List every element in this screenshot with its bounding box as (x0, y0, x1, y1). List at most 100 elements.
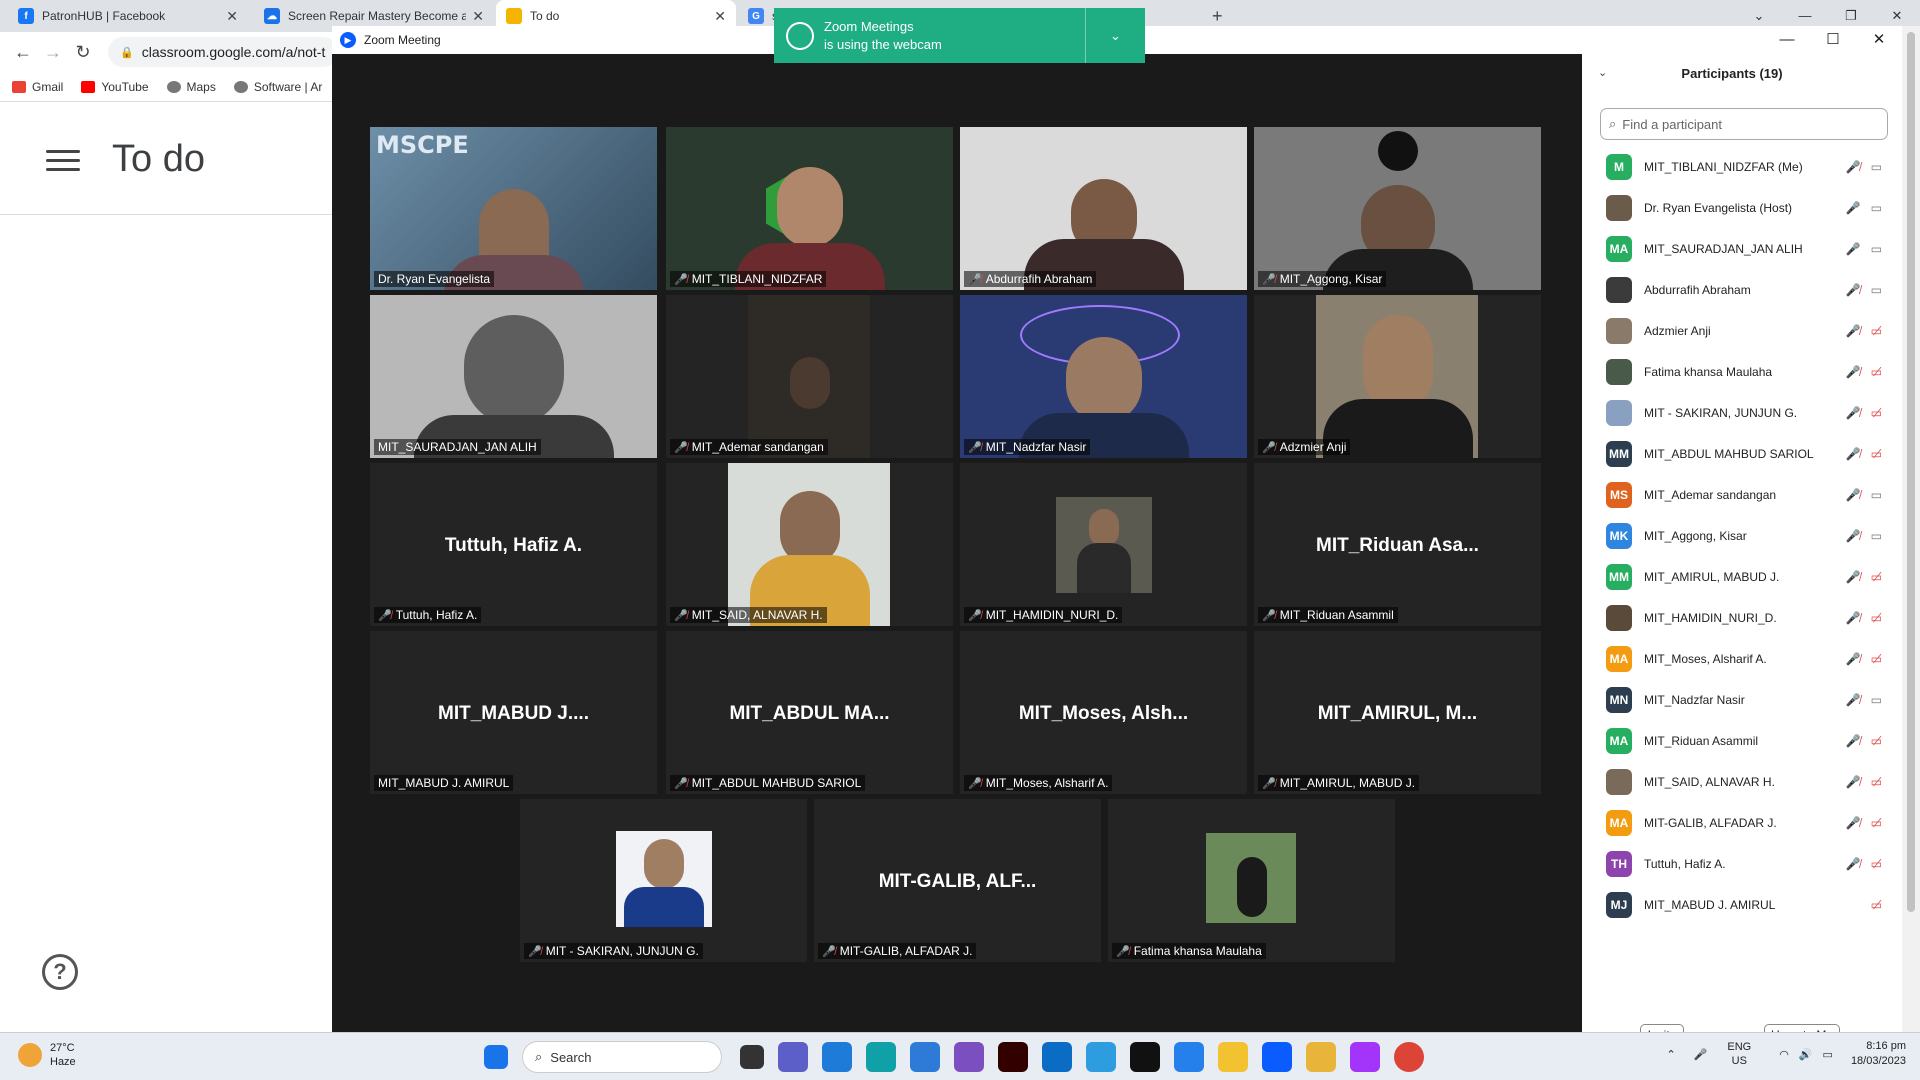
bookmark-software[interactable]: Software | Ar (233, 80, 322, 94)
mic-muted-icon[interactable]: 🎤̸ (1846, 570, 1861, 584)
participant-row[interactable]: MIT - SAKIRAN, JUNJUN G. 🎤̸ ▭̸ (1582, 392, 1902, 433)
video-tile[interactable]: MIT_AMIRUL, M... 🎤̸ MIT_AMIRUL, MABUD J. (1254, 631, 1541, 794)
task-view-icon[interactable] (740, 1045, 764, 1069)
participant-row[interactable]: TH Tuttuh, Hafiz A. 🎤̸ ▭̸ (1582, 843, 1902, 884)
windows-start-icon[interactable] (484, 1045, 508, 1069)
vscode-icon[interactable] (910, 1042, 940, 1072)
participant-row[interactable]: MJ MIT_MABUD J. AMIRUL ▭̸ (1582, 884, 1902, 925)
participant-row[interactable]: MA MIT_Riduan Asammil 🎤̸ ▭̸ (1582, 720, 1902, 761)
scrollbar-thumb[interactable] (1907, 32, 1915, 912)
video-tile[interactable]: 🎤̸ MIT_Aggong, Kisar (1254, 127, 1541, 290)
video-tile[interactable]: MIT_Riduan Asa... 🎤̸ MIT_Riduan Asammil (1254, 463, 1541, 626)
reload-icon[interactable]: ↻ (68, 42, 98, 63)
camera-icon[interactable]: ▭ (1871, 488, 1882, 502)
word-icon[interactable] (822, 1042, 852, 1072)
l-app-icon[interactable] (1086, 1042, 1116, 1072)
bookmark-maps[interactable]: Maps (166, 80, 216, 94)
camera-off-icon[interactable]: ▭̸ (1871, 365, 1882, 379)
mic-muted-icon[interactable]: 🎤̸ (1846, 611, 1861, 625)
find-participant-input[interactable]: ⌕ Find a participant (1600, 108, 1888, 140)
camera-icon[interactable]: ▭ (1871, 693, 1882, 707)
chevron-down-icon[interactable]: ⌄ (1085, 8, 1145, 63)
camera-off-icon[interactable]: ▭̸ (1871, 447, 1882, 461)
video-tile[interactable]: 🎤̸ Adzmier Anji (1254, 295, 1541, 458)
video-tile[interactable]: MIT_MABUD J.... MIT_MABUD J. AMIRUL (370, 631, 657, 794)
tab-facebook[interactable]: f PatronHUB | Facebook ✕ (8, 0, 248, 32)
mic-muted-icon[interactable]: 🎤̸ (1846, 816, 1861, 830)
messenger-icon[interactable] (1350, 1042, 1380, 1072)
store-icon[interactable] (1042, 1042, 1072, 1072)
video-tile[interactable]: 🎤̸ MIT_Ademar sandangan (666, 295, 953, 458)
video-tile[interactable]: 🎤̸ MIT - SAKIRAN, JUNJUN G. (520, 799, 807, 962)
microphone-icon[interactable]: 🎤 (1694, 1048, 1708, 1061)
video-tile[interactable]: 🎤̸ Fatima khansa Maulaha (1108, 799, 1395, 962)
camera-icon[interactable]: ▭ (1871, 283, 1882, 297)
todo-icon[interactable] (1174, 1042, 1204, 1072)
participant-row[interactable]: MIT_HAMIDIN_NURI_D. 🎤̸ ▭̸ (1582, 597, 1902, 638)
participant-row[interactable]: MM MIT_AMIRUL, MABUD J. 🎤̸ ▭̸ (1582, 556, 1902, 597)
forward-icon[interactable]: → (38, 42, 68, 63)
mic-muted-icon[interactable]: 🎤̸ (1846, 160, 1861, 174)
participant-row[interactable]: Fatima khansa Maulaha 🎤̸ ▭̸ (1582, 351, 1902, 392)
camera-off-icon[interactable]: ▭̸ (1871, 816, 1882, 830)
new-tab-button[interactable]: + (1212, 6, 1223, 27)
camera-off-icon[interactable]: ▭̸ (1871, 898, 1882, 912)
participant-row[interactable]: MA MIT_SAURADJAN_JAN ALIH 🎤 ▭ (1582, 228, 1902, 269)
mic-muted-icon[interactable]: 🎤̸ (1846, 447, 1861, 461)
video-tile[interactable]: 🎤̸ MIT_Nadzfar Nasir (960, 295, 1247, 458)
chevron-up-icon[interactable]: ⌃ (1666, 1048, 1675, 1061)
page-scrollbar[interactable] (1902, 26, 1920, 1032)
participant-row[interactable]: Adzmier Anji 🎤̸ ▭̸ (1582, 310, 1902, 351)
mic-muted-icon[interactable]: 🎤̸ (1846, 529, 1861, 543)
close-icon[interactable]: ✕ (1856, 26, 1902, 54)
mic-muted-icon[interactable]: 🎤̸ (1846, 365, 1861, 379)
file-explorer-icon[interactable] (1306, 1042, 1336, 1072)
back-icon[interactable]: ← (8, 42, 38, 63)
camera-icon[interactable]: ▭ (1871, 160, 1882, 174)
participant-row[interactable]: MA MIT_Moses, Alsharif A. 🎤̸ ▭̸ (1582, 638, 1902, 679)
maximize-icon[interactable]: ☐ (1810, 26, 1856, 54)
video-tile[interactable]: 🎤̸ MIT_SAID, ALNAVAR H. (666, 463, 953, 626)
zoom-icon[interactable] (1262, 1042, 1292, 1072)
minimize-icon[interactable]: — (1764, 26, 1810, 54)
bookmark-gmail[interactable]: Gmail (12, 80, 63, 94)
camera-icon[interactable]: ▭ (1871, 201, 1882, 215)
battery-icon[interactable]: ▭ (1823, 1048, 1833, 1061)
video-tile[interactable]: Tuttuh, Hafiz A. 🎤̸ Tuttuh, Hafiz A. (370, 463, 657, 626)
language-indicator[interactable]: ENG US (1727, 1040, 1751, 1068)
mic-muted-icon[interactable]: 🎤̸ (1846, 775, 1861, 789)
camera-off-icon[interactable]: ▭̸ (1871, 857, 1882, 871)
participant-row[interactable]: MIT_SAID, ALNAVAR H. 🎤̸ ▭̸ (1582, 761, 1902, 802)
help-icon[interactable]: ? (42, 954, 78, 990)
video-tile[interactable]: 🎤̸ Abdurrafih Abraham (960, 127, 1247, 290)
mic-muted-icon[interactable]: 🎤̸ (1846, 734, 1861, 748)
mic-muted-icon[interactable]: 🎤̸ (1846, 324, 1861, 338)
mic-icon[interactable]: 🎤 (1846, 242, 1861, 256)
camera-icon[interactable]: ▭ (1871, 529, 1882, 543)
illustrator-icon[interactable] (998, 1042, 1028, 1072)
bookmark-youtube[interactable]: YouTube (81, 80, 149, 94)
video-tile[interactable]: MIT_ABDUL MA... 🎤̸ MIT_ABDUL MAHBUD SARIO… (666, 631, 953, 794)
video-tile[interactable]: MIT_Moses, Alsh... 🎤̸ MIT_Moses, Alsharif… (960, 631, 1247, 794)
participant-row[interactable]: MM MIT_ABDUL MAHBUD SARIOL 🎤̸ ▭̸ (1582, 433, 1902, 474)
camera-off-icon[interactable]: ▭̸ (1871, 611, 1882, 625)
mic-muted-icon[interactable]: 🎤̸ (1846, 283, 1861, 297)
camera-off-icon[interactable]: ▭̸ (1871, 406, 1882, 420)
tiktok-icon[interactable] (1130, 1042, 1160, 1072)
mic-muted-icon[interactable]: 🎤̸ (1846, 488, 1861, 502)
volume-icon[interactable]: 🔊 (1799, 1048, 1813, 1061)
video-tile[interactable]: 🎤̸ MIT_TIBLANI_NIDZFAR (666, 127, 953, 290)
close-tab-icon[interactable]: ✕ (714, 8, 726, 25)
camera-icon[interactable]: ▭ (1871, 242, 1882, 256)
teams-icon[interactable] (778, 1042, 808, 1072)
camera-off-icon[interactable]: ▭̸ (1871, 734, 1882, 748)
mic-muted-icon[interactable]: 🎤̸ (1846, 406, 1861, 420)
url-input[interactable]: 🔒 classroom.google.com/a/not-t (108, 37, 338, 67)
webcam-notification[interactable]: Zoom Meetings is using the webcam ⌄ (774, 8, 1145, 63)
video-tile[interactable]: MIT_SAURADJAN_JAN ALIH (370, 295, 657, 458)
mic-muted-icon[interactable]: 🎤̸ (1846, 652, 1861, 666)
camera-off-icon[interactable]: ▭̸ (1871, 324, 1882, 338)
mic-muted-icon[interactable]: 🎤̸ (1846, 693, 1861, 707)
chrome-icon[interactable] (1394, 1042, 1424, 1072)
video-tile[interactable]: MIT-GALIB, ALF... 🎤̸ MIT-GALIB, ALFADAR J… (814, 799, 1101, 962)
